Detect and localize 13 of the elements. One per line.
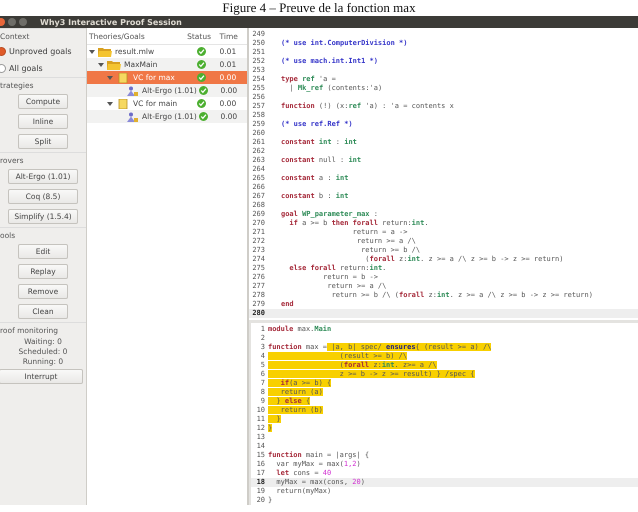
radio-option[interactable]: All goals [0, 60, 86, 77]
maximize-icon[interactable] [19, 18, 27, 26]
expander-icon[interactable] [107, 100, 113, 106]
folder-icon [107, 60, 121, 70]
person-icon [125, 112, 139, 122]
figure-caption: Figure 4 – Preuve de la fonction max [221, 0, 417, 16]
minimize-icon[interactable] [8, 18, 16, 26]
folder-icon [98, 46, 112, 56]
radio-option[interactable]: Unproved goals [0, 43, 86, 60]
expander-icon[interactable] [98, 62, 104, 68]
window-title: Why3 Interactive Proof Session [40, 18, 182, 26]
expander-icon[interactable] [89, 48, 95, 54]
person-icon [125, 86, 139, 96]
